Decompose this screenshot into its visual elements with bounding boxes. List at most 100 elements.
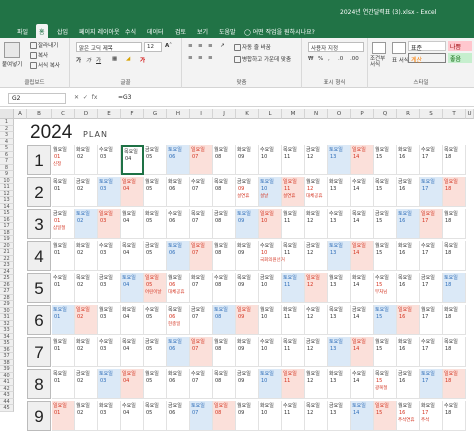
day-cell[interactable]: 일요일 08 <box>213 401 236 431</box>
column-header[interactable]: H <box>167 109 190 119</box>
day-cell[interactable]: 월요일 12 <box>305 369 328 399</box>
fill-color-icon[interactable]: ◢ <box>126 56 130 62</box>
day-cell[interactable]: 월요일 05 <box>144 177 167 207</box>
column-header[interactable]: U <box>466 109 474 119</box>
day-cell[interactable]: 일요일 05 어린이날 <box>144 273 167 303</box>
day-cell[interactable]: 수요일 08 <box>213 273 236 303</box>
style-normal[interactable]: 표준 <box>408 41 446 52</box>
align-top-icon[interactable]: ≡ <box>188 43 193 49</box>
row-header[interactable]: 45 <box>0 405 14 412</box>
column-header[interactable]: C <box>52 109 75 119</box>
day-cell[interactable]: 토요일 06 <box>167 337 190 367</box>
day-cell[interactable]: 일요일 15 <box>374 401 397 431</box>
column-header[interactable]: S <box>420 109 443 119</box>
day-cell[interactable]: 금요일 12 <box>305 145 328 175</box>
style-bad[interactable]: 나쁨 <box>448 41 472 51</box>
day-cell[interactable]: 화요일 09 <box>236 337 259 367</box>
day-cell[interactable]: 목요일 16 <box>397 273 420 303</box>
day-cell[interactable]: 수요일 17 <box>420 241 443 271</box>
day-cell[interactable]: 일요일 02 <box>75 305 98 335</box>
format-painter-button[interactable]: 서식 복사 <box>30 61 60 69</box>
day-cell[interactable]: 목요일 06 현충일 <box>167 305 190 335</box>
day-cell[interactable]: 금요일 17 <box>420 273 443 303</box>
day-cell[interactable]: 월요일 03 <box>98 305 121 335</box>
day-cell[interactable]: 월요일 04 <box>121 209 144 239</box>
day-cell[interactable]: 수요일 01 <box>52 273 75 303</box>
day-cell[interactable]: 수요일 03 <box>98 241 121 271</box>
name-box[interactable]: G2 <box>8 93 66 104</box>
day-cell[interactable]: 목요일 02 <box>75 273 98 303</box>
tab-help[interactable]: 도움말 <box>216 24 239 38</box>
day-cell[interactable]: 금요일 02 <box>75 177 98 207</box>
font-name-select[interactable]: 맑은 고딕 제목 <box>76 42 142 52</box>
day-cell[interactable]: 토요일 18 <box>443 273 466 303</box>
day-cell[interactable]: 목요일 05 <box>144 401 167 431</box>
day-cell[interactable]: 화요일 18 <box>443 305 466 335</box>
day-cell[interactable]: 일요일 01 <box>52 401 75 431</box>
tab-review[interactable]: 검토 <box>172 24 189 38</box>
day-cell[interactable]: 월요일 10 <box>259 305 282 335</box>
day-cell[interactable]: 목요일 14 <box>351 209 374 239</box>
day-cell[interactable]: 금요일 16 <box>397 177 420 207</box>
day-cell[interactable]: 일요일 17 <box>420 209 443 239</box>
tab-data[interactable]: 데이터 <box>144 24 167 38</box>
day-cell[interactable]: 수요일 12 <box>305 305 328 335</box>
day-cell[interactable]: 토요일 06 <box>167 241 190 271</box>
day-cell[interactable]: 화요일 03 <box>98 401 121 431</box>
day-cell[interactable]: 월요일 09 <box>236 401 259 431</box>
day-cell[interactable]: 수요일 05 <box>144 305 167 335</box>
day-cell[interactable]: 금요일 09 설연휴 <box>236 177 259 207</box>
day-cell[interactable]: 화요일 11 <box>282 305 305 335</box>
day-cell[interactable]: 토요일 13 <box>328 241 351 271</box>
align-right-icon[interactable]: ≡ <box>208 55 213 61</box>
day-cell[interactable]: 수요일 07 <box>190 177 213 207</box>
column-header[interactable]: D <box>75 109 98 119</box>
table-format-icon[interactable] <box>392 42 406 54</box>
day-cell[interactable]: 일요일 14 <box>351 241 374 271</box>
day-cell[interactable]: 금요일 07 <box>190 305 213 335</box>
fx-icon[interactable]: fx <box>92 94 98 101</box>
day-cell[interactable]: 금요일 05 <box>144 145 167 175</box>
column-header[interactable]: O <box>328 109 351 119</box>
style-calculation[interactable]: 계산 <box>408 53 446 64</box>
day-cell[interactable]: 토요일 16 <box>397 209 420 239</box>
day-cell[interactable]: 금요일 16 <box>397 369 420 399</box>
day-cell[interactable]: 월요일 08 <box>213 337 236 367</box>
day-cell[interactable]: 수요일 14 <box>351 369 374 399</box>
day-cell[interactable]: 일요일 12 <box>305 273 328 303</box>
underline-button[interactable]: 가 <box>96 56 101 64</box>
day-cell[interactable]: 수요일 15 부처님 <box>374 273 397 303</box>
day-cell[interactable]: 금요일 13 <box>328 401 351 431</box>
cancel-icon[interactable]: ✕ <box>74 94 79 101</box>
day-cell[interactable]: 일요일 07 <box>190 145 213 175</box>
day-cell[interactable]: 일요일 14 <box>351 145 374 175</box>
paste-button[interactable]: 붙여넣기 <box>2 60 22 68</box>
day-cell[interactable]: 금요일 12 <box>305 241 328 271</box>
day-cell[interactable]: 목요일 08 <box>213 369 236 399</box>
column-header[interactable]: A <box>14 109 27 119</box>
day-cell[interactable]: 일요일 18 <box>443 369 466 399</box>
day-cell[interactable]: 월요일 05 <box>144 369 167 399</box>
font-size-select[interactable]: 12 <box>144 42 162 52</box>
day-cell[interactable]: 토요일 09 <box>236 209 259 239</box>
day-cell[interactable]: 화요일 07 <box>190 273 213 303</box>
day-cell[interactable]: 토요일 11 <box>282 273 305 303</box>
copy-button[interactable]: 복사 <box>30 51 48 59</box>
column-header[interactable]: E <box>98 109 121 119</box>
day-cell[interactable]: 목요일 08 <box>213 177 236 207</box>
column-header[interactable]: J <box>213 109 236 119</box>
day-cell[interactable]: 월요일 01 <box>52 337 75 367</box>
day-cell[interactable]: 월요일 16 추석연휴 <box>397 401 420 431</box>
orientation-icon[interactable]: ↗ <box>220 43 225 49</box>
column-header[interactable]: R <box>397 109 420 119</box>
day-cell[interactable]: 토요일 17 <box>420 369 443 399</box>
day-cell[interactable]: 화요일 16 <box>397 337 420 367</box>
formula-input[interactable]: =G3 <box>118 94 132 101</box>
style-good[interactable]: 좋음 <box>448 53 472 63</box>
tab-insert[interactable]: 삽입 <box>54 24 71 38</box>
day-cell[interactable]: 토요일 14 <box>351 401 374 431</box>
day-cell[interactable]: 화요일 12 <box>305 209 328 239</box>
day-cell[interactable]: 금요일 03 <box>98 273 121 303</box>
day-cell[interactable]: 토요일 08 <box>213 305 236 335</box>
number-format-select[interactable]: 사용자 지정 <box>308 42 364 52</box>
